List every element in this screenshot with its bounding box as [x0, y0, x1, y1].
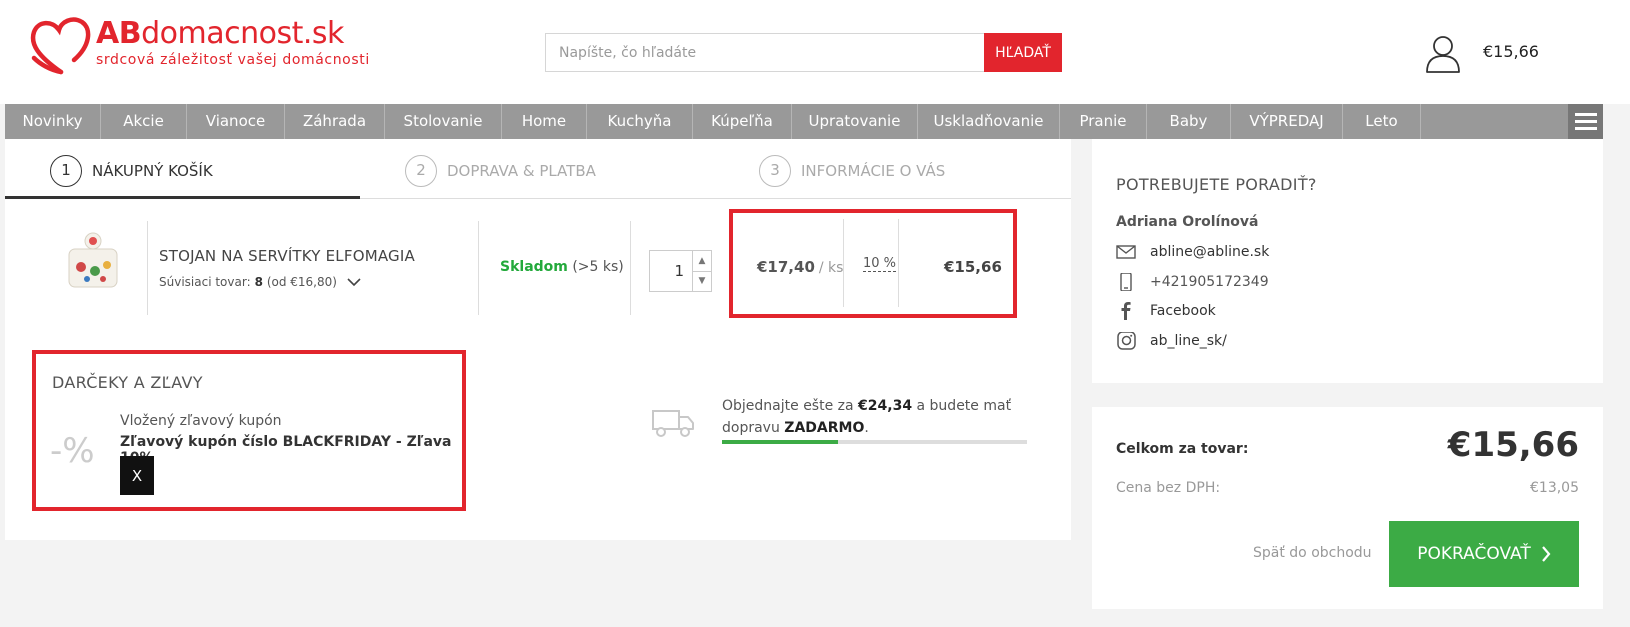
logo-name: ABdomacnost.sk	[96, 16, 344, 51]
step-cart[interactable]: 1 NÁKUPNÝ KOŠÍK	[50, 155, 213, 187]
contact-instagram[interactable]: ab_line_sk/	[1116, 332, 1227, 350]
discount-percent[interactable]: 10 %	[863, 256, 897, 272]
envelope-icon	[1116, 245, 1136, 259]
chevron-right-icon	[1541, 546, 1551, 562]
step-label: INFORMÁCIE O VÁS	[801, 162, 946, 180]
user-account-icon[interactable]	[1424, 34, 1462, 74]
nav-item-kupelna[interactable]: Kúpeľňa	[693, 104, 792, 139]
advice-panel: POTREBUJETE PORADIŤ? Adriana Orolínová a…	[1092, 139, 1603, 383]
product-name[interactable]: STOJAN NA SERVÍTKY ELFOMAGIA	[159, 247, 415, 265]
contact-phone[interactable]: +421905172349	[1116, 273, 1269, 291]
percent-discount-icon: -%	[50, 431, 95, 471]
nav-item-uskladnovanie[interactable]: Uskladňovanie	[918, 104, 1060, 139]
nav-item-home[interactable]: Home	[502, 104, 587, 139]
facebook-icon	[1121, 302, 1131, 320]
truck-icon	[652, 410, 694, 437]
checkout-steps: 1 NÁKUPNÝ KOŠÍK 2 DOPRAVA & PLATBA 3 INF…	[5, 139, 1071, 199]
site-header: ABdomacnost.sk srdcová záležitosť vašej …	[0, 0, 1630, 104]
price-highlight-box: €17,40/ ks 10 % €15,66	[729, 209, 1017, 318]
cart-item-row: STOJAN NA SERVÍTKY ELFOMAGIA Súvisiaci t…	[5, 209, 1071, 318]
phone-icon	[1120, 273, 1132, 291]
order-summary: Celkom za tovar: €15,66 Cena bez DPH: €1…	[1092, 407, 1603, 609]
nav-item-akcie[interactable]: Akcie	[101, 104, 187, 139]
quantity-up-icon[interactable]: ▲	[693, 251, 711, 272]
site-logo[interactable]: ABdomacnost.sk srdcová záležitosť vašej …	[28, 16, 370, 76]
contact-email[interactable]: abline@abline.sk	[1116, 243, 1269, 261]
coupon-label: Vložený zľavový kupón	[120, 413, 282, 429]
advice-title: POTREBUJETE PORADIŤ?	[1116, 175, 1317, 194]
search-bar: HĽADAŤ	[545, 33, 1062, 72]
step-shipping[interactable]: 2 DOPRAVA & PLATBA	[405, 155, 596, 187]
chevron-down-icon[interactable]	[347, 277, 361, 287]
back-to-shop-link[interactable]: Späť do obchodu	[1253, 545, 1372, 561]
free-shipping-message: Objednajte ešte za €24,34 a budete mať d…	[722, 398, 1012, 436]
line-total: €15,66	[944, 258, 1002, 276]
remove-coupon-button[interactable]: X	[120, 456, 154, 495]
step-info[interactable]: 3 INFORMÁCIE O VÁS	[759, 155, 945, 187]
nav-item-vypredaj[interactable]: VÝPREDAJ	[1231, 104, 1343, 139]
advisor-name: Adriana Orolínová	[1116, 214, 1259, 230]
nav-item-kuchyna[interactable]: Kuchyňa	[587, 104, 693, 139]
unit-price: €17,40/ ks	[757, 258, 844, 276]
gifts-discounts-box: DARČEKY A ZĽAVY -% Vložený zľavový kupón…	[32, 350, 466, 511]
instagram-icon	[1117, 332, 1136, 350]
step-label: DOPRAVA & PLATBA	[447, 162, 596, 180]
total-label: Celkom za tovar:	[1116, 441, 1249, 457]
nav-item-stolovanie[interactable]: Stolovanie	[385, 104, 502, 139]
nav-item-vianoce[interactable]: Vianoce	[187, 104, 285, 139]
quantity-down-icon[interactable]: ▼	[693, 272, 711, 292]
nav-item-pranie[interactable]: Pranie	[1060, 104, 1147, 139]
nav-item-novinky[interactable]: Novinky	[5, 104, 101, 139]
nav-item-baby[interactable]: Baby	[1147, 104, 1231, 139]
contact-facebook[interactable]: Facebook	[1116, 302, 1216, 320]
step-number: 3	[759, 155, 791, 187]
gifts-title: DARČEKY A ZĽAVY	[52, 373, 203, 392]
nav-item-leto[interactable]: Leto	[1343, 104, 1421, 139]
logo-tagline: srdcová záležitosť vašej domácnosti	[96, 52, 370, 68]
total-value: €15,66	[1447, 425, 1579, 465]
quantity-input[interactable]	[650, 251, 692, 291]
step-number: 1	[50, 155, 82, 187]
nav-item-zahrada[interactable]: Záhrada	[285, 104, 385, 139]
step-number: 2	[405, 155, 437, 187]
price-without-vat-value: €13,05	[1530, 480, 1579, 496]
heart-logo-icon	[30, 17, 91, 75]
stock-status: Skladom (>5 ks)	[500, 259, 624, 275]
active-step-underline	[5, 196, 360, 199]
product-thumbnail[interactable]	[63, 229, 123, 293]
free-shipping-progress	[722, 440, 1027, 444]
price-without-vat-label: Cena bez DPH:	[1116, 480, 1221, 496]
cart-total[interactable]: €15,66	[1483, 42, 1539, 61]
hamburger-menu-icon[interactable]	[1568, 104, 1603, 139]
continue-button[interactable]: POKRAČOVAŤ	[1389, 521, 1579, 587]
step-label: NÁKUPNÝ KOŠÍK	[92, 162, 213, 180]
search-button[interactable]: HĽADAŤ	[984, 33, 1062, 72]
coupon-name: Zľavový kupón číslo BLACKFRIDAY - Zľava …	[120, 434, 452, 466]
cart-panel: 1 NÁKUPNÝ KOŠÍK 2 DOPRAVA & PLATBA 3 INF…	[5, 139, 1071, 540]
nav-item-upratovanie[interactable]: Upratovanie	[792, 104, 918, 139]
related-products[interactable]: Súvisiaci tovar: 8 (od €16,80)	[159, 275, 361, 289]
quantity-stepper: ▲ ▼	[649, 250, 712, 292]
search-input[interactable]	[545, 33, 984, 72]
main-navigation: Novinky Akcie Vianoce Záhrada Stolovanie…	[5, 104, 1603, 139]
